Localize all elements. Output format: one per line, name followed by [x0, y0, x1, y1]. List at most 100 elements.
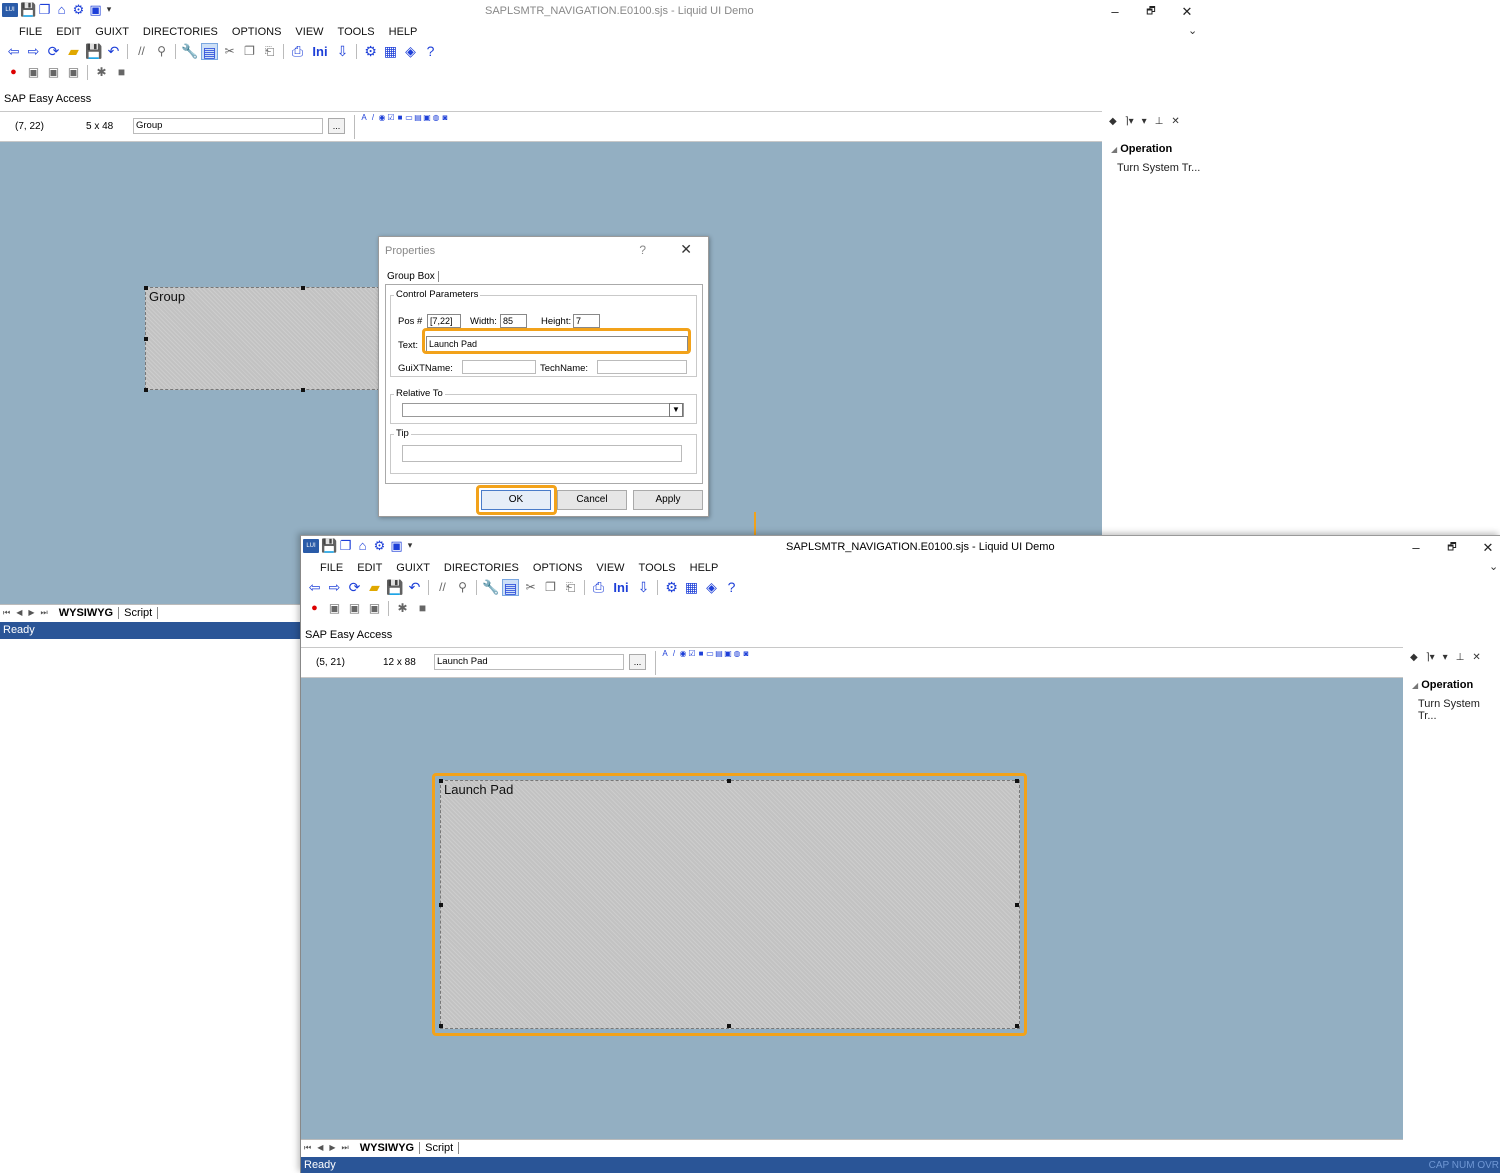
browse-button[interactable]: ... [629, 654, 646, 670]
apply-button[interactable]: Apply [633, 490, 703, 510]
settings-icon[interactable]: ⚙ [362, 43, 379, 60]
menu-view[interactable]: VIEW [288, 25, 330, 39]
menu-file[interactable]: FILE [12, 25, 49, 39]
tree-section-operation[interactable]: Operation [1421, 679, 1473, 691]
globe-icon[interactable]: ◍ [733, 650, 741, 658]
pos-input[interactable]: [7,22] [427, 314, 461, 328]
tab-group-box[interactable]: Group Box [387, 271, 439, 282]
screen-lock-icon[interactable]: ▣ [366, 600, 383, 617]
restore-button[interactable]: 🗗 [1445, 540, 1459, 557]
dock-icon[interactable]: ⌉▾ [1426, 652, 1435, 663]
ini-button[interactable]: Ini [309, 43, 331, 60]
panel-close-icon[interactable]: ✕ [1171, 116, 1179, 127]
refresh-icon[interactable]: ⟳ [346, 579, 363, 596]
wysiwyg-mode-icon[interactable]: ▤ [201, 43, 218, 60]
frame-icon[interactable]: ▭ [405, 114, 413, 122]
gear-icon[interactable]: ⚙ [372, 538, 387, 553]
cut-icon[interactable]: ✂ [221, 43, 238, 60]
comment-icon[interactable]: // [133, 43, 150, 60]
refresh-icon[interactable]: ⟳ [45, 43, 62, 60]
link-icon[interactable]: ◙ [441, 114, 449, 122]
books-icon[interactable]: ◈ [703, 579, 720, 596]
print-icon[interactable]: ⎙ [590, 579, 607, 596]
gear-icon[interactable]: ⚙ [71, 2, 86, 17]
help-icon[interactable]: ? [723, 579, 740, 596]
element-text-field[interactable]: Group [133, 118, 323, 134]
comment-icon[interactable]: // [434, 579, 451, 596]
copy-icon[interactable]: ❐ [37, 2, 52, 17]
menu-view[interactable]: VIEW [589, 561, 631, 575]
download-icon[interactable]: ⇩ [334, 43, 351, 60]
paste-icon[interactable]: ⎗ [562, 579, 579, 596]
tab-script[interactable]: Script [119, 607, 159, 619]
radio-icon[interactable]: ◉ [378, 114, 386, 122]
resize-handle[interactable] [144, 388, 148, 392]
undo-icon[interactable]: ↶ [105, 43, 122, 60]
settings-icon[interactable]: ⚙ [663, 579, 680, 596]
width-input[interactable]: 85 [500, 314, 527, 328]
save-icon[interactable]: 💾 [321, 538, 337, 553]
resize-handle[interactable] [301, 286, 305, 290]
panel-dropdown-icon[interactable]: ▾ [1142, 116, 1147, 127]
height-input[interactable]: 7 [573, 314, 600, 328]
table-icon[interactable]: ▤ [414, 114, 422, 122]
menu-options[interactable]: OPTIONS [225, 25, 289, 39]
qat-dropdown-icon[interactable]: ▾ [406, 538, 414, 553]
help-icon[interactable]: ? [422, 43, 439, 60]
dock-icon[interactable]: ⌉▾ [1125, 116, 1134, 127]
techname-input[interactable] [597, 360, 687, 374]
tools-icon[interactable]: ✱ [394, 600, 411, 617]
ribbon-expand-icon[interactable]: ⌄ [1188, 24, 1197, 37]
menu-directories[interactable]: DIRECTORIES [437, 561, 526, 575]
globe-icon[interactable]: ◍ [432, 114, 440, 122]
camera-icon[interactable]: ■ [414, 600, 431, 617]
box-icon[interactable]: ■ [697, 650, 705, 658]
pin-icon[interactable]: ⊥ [1155, 116, 1164, 127]
close-button[interactable]: ✕ [1481, 540, 1495, 557]
copy-icon[interactable]: ❐ [542, 579, 559, 596]
camera-icon[interactable]: ■ [113, 64, 130, 81]
open-folder-icon[interactable]: ▰ [366, 579, 383, 596]
menu-help[interactable]: HELP [683, 561, 726, 575]
tab-nav-icon[interactable]: ⏮◀▶⏭ [304, 1143, 355, 1153]
save-icon[interactable]: 💾 [386, 579, 403, 596]
window-list-icon[interactable]: ▦ [683, 579, 700, 596]
menu-guixt[interactable]: GUIXT [389, 561, 437, 575]
checkbox-icon[interactable]: ☑ [688, 650, 696, 658]
pin-icon[interactable]: ⊥ [1456, 652, 1465, 663]
image-icon[interactable]: ▣ [423, 114, 431, 122]
tip-input[interactable] [402, 445, 682, 462]
resize-handle[interactable] [144, 337, 148, 341]
tree-item[interactable]: Turn System Tr... [1418, 698, 1500, 722]
minimize-button[interactable]: – [1108, 4, 1122, 21]
screen-icon[interactable]: ▣ [88, 2, 103, 17]
print-icon[interactable]: ⎙ [289, 43, 306, 60]
browse-button[interactable]: ... [328, 118, 345, 134]
back-arrow-icon[interactable]: ⇦ [306, 579, 323, 596]
tree-item[interactable]: Turn System Tr... [1117, 162, 1200, 174]
back-arrow-icon[interactable]: ⇦ [5, 43, 22, 60]
wrench-icon[interactable]: 🔧 [482, 579, 499, 596]
pen-icon[interactable]: / [670, 650, 678, 658]
save-icon[interactable]: 💾 [20, 2, 36, 17]
select-dropdown-icon[interactable]: ▼ [669, 403, 683, 417]
menu-help[interactable]: HELP [382, 25, 425, 39]
tree-section-operation[interactable]: Operation [1120, 143, 1172, 155]
dialog-close-button[interactable]: ✕ [680, 241, 692, 258]
record-icon[interactable]: ● [5, 64, 22, 81]
restore-button[interactable]: 🗗 [1144, 4, 1158, 21]
screen-icon[interactable]: ▣ [389, 538, 404, 553]
books-icon[interactable]: ◈ [402, 43, 419, 60]
download-icon[interactable]: ⇩ [635, 579, 652, 596]
text-element-icon[interactable]: A [360, 114, 368, 122]
pen-icon[interactable]: / [369, 114, 377, 122]
save-icon[interactable]: 💾 [85, 43, 102, 60]
checkbox-icon[interactable]: ☑ [387, 114, 395, 122]
screen-lock-icon[interactable]: ▣ [65, 64, 82, 81]
close-button[interactable]: ✕ [1180, 4, 1194, 21]
guixtname-input[interactable] [462, 360, 536, 374]
tab-nav-icon[interactable]: ⏮◀▶⏭ [3, 608, 54, 618]
screen-edit-icon[interactable]: ▣ [326, 600, 343, 617]
tab-wysiwyg[interactable]: WYSIWYG [355, 1142, 421, 1154]
undo-icon[interactable]: ↶ [406, 579, 423, 596]
